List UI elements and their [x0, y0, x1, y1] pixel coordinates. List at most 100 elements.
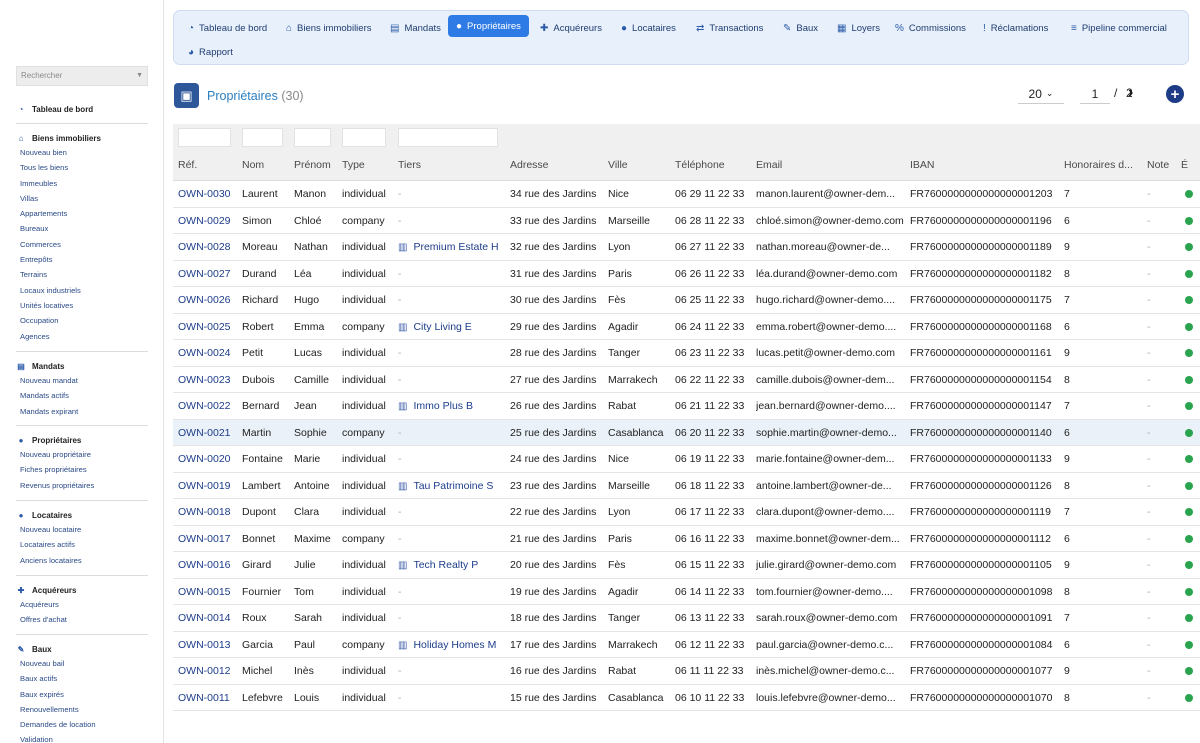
column-header[interactable]: É: [1181, 159, 1188, 171]
cell-ref[interactable]: OWN-0017: [178, 533, 238, 545]
sidebar-item[interactable]: Agences: [16, 329, 148, 344]
cell-ref[interactable]: OWN-0015: [178, 586, 238, 598]
sidebar-heading[interactable]: ✚ Acquéreurs: [16, 583, 148, 597]
table-row[interactable]: OWN-0011 Lefebvre Louis individual -15 rue d…: [173, 685, 1200, 711]
cell-ref[interactable]: OWN-0019: [178, 480, 238, 492]
cell-tiers[interactable]: ▥ Premium Estate H: [398, 241, 506, 253]
sidebar-heading[interactable]: ● Propriétaires: [16, 433, 148, 447]
cell-tiers[interactable]: ▥ Immo Plus B: [398, 400, 506, 412]
tab-biens-immobiliers[interactable]: ⌂ Biens immobiliers: [278, 17, 379, 39]
sidebar-item[interactable]: Commerces: [16, 237, 148, 252]
table-row[interactable]: OWN-0030 Laurent Manon individual -34 rue de…: [173, 181, 1200, 208]
table-row[interactable]: OWN-0013 Garcia Paul company ▥ Holiday Homes …: [173, 632, 1200, 658]
cell-ref[interactable]: OWN-0012: [178, 665, 238, 677]
table-row[interactable]: OWN-0029 Simon Chloé company -33 rue des Jar…: [173, 208, 1200, 234]
column-header[interactable]: Type: [342, 159, 365, 171]
sidebar-item[interactable]: Villas: [16, 191, 148, 206]
table-row[interactable]: OWN-0016 Girard Julie individual ▥ Tech Realt…: [173, 552, 1200, 579]
column-filter-input[interactable]: [294, 128, 331, 147]
sidebar-item[interactable]: Acquéreurs: [16, 597, 148, 612]
tab-pipeline-commercial[interactable]: ≡ Pipeline commercial: [1063, 17, 1175, 39]
table-row[interactable]: OWN-0021 Martin Sophie company -25 rue des J…: [173, 419, 1200, 446]
sidebar-item[interactable]: Appartements: [16, 206, 148, 221]
cell-ref[interactable]: OWN-0027: [178, 268, 238, 280]
sidebar-item[interactable]: Nouveau bien: [16, 145, 148, 160]
sidebar-item[interactable]: Demandes de location: [16, 717, 148, 732]
sidebar-item[interactable]: Locaux industriels: [16, 283, 148, 298]
sidebar-heading[interactable]: ▤ Mandats: [16, 359, 148, 373]
table-row[interactable]: OWN-0027 Durand Léa individual -31 rue des J…: [173, 261, 1200, 287]
table-row[interactable]: OWN-0025 Robert Emma company ▥ City Living E 2…: [173, 314, 1200, 340]
sidebar-item[interactable]: Tous les biens: [16, 160, 148, 175]
cell-ref[interactable]: OWN-0029: [178, 215, 238, 227]
cell-ref[interactable]: OWN-0025: [178, 321, 238, 333]
cell-ref[interactable]: OWN-0016: [178, 559, 238, 571]
table-row[interactable]: OWN-0012 Michel Inès individual -16 rue des …: [173, 658, 1200, 685]
cell-ref[interactable]: OWN-0022: [178, 400, 238, 412]
sidebar-heading[interactable]: ⌂ Biens immobiliers: [16, 131, 148, 145]
cell-ref[interactable]: OWN-0030: [178, 188, 238, 200]
table-row[interactable]: OWN-0015 Fournier Tom individual -19 rue des…: [173, 579, 1200, 605]
sidebar-item[interactable]: Mandats expirant: [16, 404, 148, 419]
sidebar-item[interactable]: Offres d'achat: [16, 612, 148, 627]
cell-tiers[interactable]: ▥ Tau Patrimoine S: [398, 480, 506, 492]
cell-tiers[interactable]: ▥ Tech Realty P: [398, 559, 506, 571]
cell-ref[interactable]: OWN-0021: [178, 427, 238, 439]
cell-ref[interactable]: OWN-0018: [178, 506, 238, 518]
column-header[interactable]: Réf.: [178, 159, 197, 171]
next-page-button[interactable]: ›: [1128, 84, 1133, 102]
column-filter-input[interactable]: [398, 128, 498, 147]
per-page-select[interactable]: 20 ⌄: [1018, 84, 1064, 104]
sidebar-item[interactable]: Baux actifs: [16, 671, 148, 686]
tab-loyers[interactable]: ▦ Loyers: [829, 17, 888, 39]
sidebar-item[interactable]: Unités locatives: [16, 298, 148, 313]
column-header[interactable]: Adresse: [510, 159, 549, 171]
cell-ref[interactable]: OWN-0023: [178, 374, 238, 386]
tab-locataires[interactable]: ● Locataires: [613, 17, 684, 39]
tab-baux[interactable]: ✎ Baux: [775, 17, 826, 39]
tab-propriétaires[interactable]: ● Propriétaires: [448, 15, 529, 37]
sidebar-heading[interactable]: ✎ Baux: [16, 642, 148, 656]
sidebar-item[interactable]: Revenus propriétaires: [16, 478, 148, 493]
column-header[interactable]: Honoraires d...: [1064, 159, 1133, 171]
sidebar-heading[interactable]: ◔ Tableau de bord: [16, 102, 148, 116]
sidebar-search-input[interactable]: Rechercher ▼: [16, 66, 148, 86]
sidebar-heading[interactable]: ● Locataires: [16, 508, 148, 522]
table-row[interactable]: OWN-0026 Richard Hugo individual -30 rue des…: [173, 287, 1200, 314]
sidebar-item[interactable]: Validation: [16, 732, 148, 743]
column-filter-input[interactable]: [342, 128, 386, 147]
current-page-input[interactable]: 1: [1080, 84, 1110, 104]
cell-ref[interactable]: OWN-0013: [178, 639, 238, 651]
sidebar-item[interactable]: Locataires actifs: [16, 537, 148, 552]
column-filter-input[interactable]: [178, 128, 231, 147]
column-header[interactable]: Prénom: [294, 159, 331, 171]
table-row[interactable]: OWN-0023 Dubois Camille individual -27 rue d…: [173, 367, 1200, 393]
cell-ref[interactable]: OWN-0014: [178, 612, 238, 624]
cell-ref[interactable]: OWN-0028: [178, 241, 238, 253]
table-row[interactable]: OWN-0028 Moreau Nathan individual ▥ Premium E…: [173, 234, 1200, 261]
table-row[interactable]: OWN-0018 Dupont Clara individual -22 rue des…: [173, 499, 1200, 526]
tab-rapport[interactable]: ◕ Rapport: [180, 41, 241, 63]
column-header[interactable]: Téléphone: [675, 159, 725, 171]
column-header[interactable]: Email: [756, 159, 782, 171]
cell-ref[interactable]: OWN-0011: [178, 692, 238, 704]
column-header[interactable]: Tiers: [398, 159, 421, 171]
table-row[interactable]: OWN-0019 Lambert Antoine individual ▥ Tau Pat…: [173, 473, 1200, 499]
tab-acquéreurs[interactable]: ✚ Acquéreurs: [532, 17, 610, 39]
sidebar-item[interactable]: Nouveau bail: [16, 656, 148, 671]
column-header[interactable]: Ville: [608, 159, 628, 171]
column-header[interactable]: Note: [1147, 159, 1169, 171]
table-row[interactable]: OWN-0014 Roux Sarah individual -18 rue des J…: [173, 605, 1200, 632]
column-header[interactable]: Nom: [242, 159, 264, 171]
tab-mandats[interactable]: ▤ Mandats: [382, 17, 449, 39]
cell-ref[interactable]: OWN-0024: [178, 347, 238, 359]
cell-tiers[interactable]: ▥ Holiday Homes M: [398, 639, 506, 651]
sidebar-item[interactable]: Baux expirés: [16, 687, 148, 702]
sidebar-item[interactable]: Nouveau propriétaire: [16, 447, 148, 462]
tab-tableau-de-bord[interactable]: ◔ Tableau de bord: [180, 17, 275, 39]
cell-ref[interactable]: OWN-0020: [178, 453, 238, 465]
table-row[interactable]: OWN-0017 Bonnet Maxime company -21 rue des J…: [173, 526, 1200, 552]
column-header[interactable]: IBAN: [910, 159, 935, 171]
tab-réclamations[interactable]: ! Réclamations: [975, 17, 1056, 39]
sidebar-item[interactable]: Nouveau locataire: [16, 522, 148, 537]
